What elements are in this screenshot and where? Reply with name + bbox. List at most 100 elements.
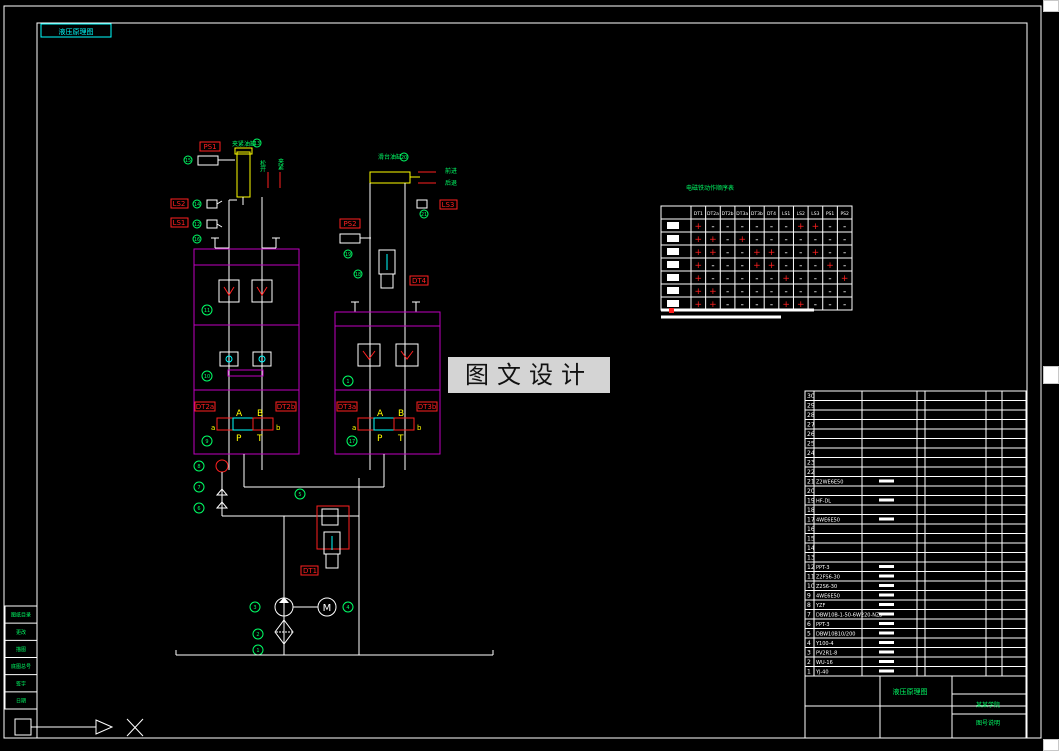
action-row-icon [667,248,679,255]
action-table-cell: + [753,261,761,271]
ucs-cross-icon [126,718,144,737]
bom-item-name: YJ-40 [815,670,829,676]
action-table-cell: - [799,287,802,297]
action-table-cell: - [799,274,802,284]
bom-material-bar [879,479,894,483]
action-table-cell: - [828,248,831,258]
bom-item-number: 29 [807,403,815,410]
bom-material-bar [879,650,894,654]
bom-item-number: 9 [807,593,811,600]
title-block: 液压原理图 某某学院 图号说明 [804,675,1027,739]
action-table-header: PS1 [826,211,835,217]
bom-item-name: PPT-3 [816,622,830,628]
dir-label-release: 松开 [259,159,266,173]
action-table-cell: - [755,222,758,232]
ps2-tag: PS2 [343,220,356,228]
action-table-cell: + [695,261,703,271]
right-valve-stack [334,311,441,455]
bom-material-bar [879,584,894,587]
bom-item-number: 2 [807,659,811,666]
bom-item-number: 25 [807,441,815,448]
action-table-cell: - [814,261,817,271]
action-table-cell: - [843,235,846,245]
action-row-icon [667,222,679,229]
action-table-cell: - [785,248,788,258]
action-table-cell: - [828,222,831,232]
callout-18: 18 [355,272,361,278]
action-table-header: DT4 [767,211,776,217]
bom-item-number: 17 [807,517,815,524]
action-table-cell: + [709,235,717,245]
action-table-cell: - [814,274,817,284]
action-table: DT1 DT2a DT2b DT3a DT3b DT4 LS1 LS2 LS3 PS1 PS2+ - -… [660,205,853,311]
bom-item-number: 24 [807,450,815,457]
callout-12: 12 [194,222,200,228]
action-table-title: 电磁铁动作顺序表 [686,184,734,192]
action-table-header: DT3b [751,211,763,217]
action-table-cell: - [711,222,714,232]
action-table-cell: - [755,274,758,284]
action-table-header: DT3a [736,211,748,217]
action-table-cell: - [814,235,817,245]
callout-13: 13 [254,141,260,147]
action-table-cell: - [755,235,758,245]
action-table-cell: + [695,287,703,297]
right-sol-b: b [417,424,422,432]
dt2b-tag: DT2b [277,403,296,411]
ucs-arrow-icon [95,719,114,735]
action-table-cell: - [799,235,802,245]
bom-item-number: 27 [807,422,815,429]
action-table-cell: - [785,261,788,271]
scroll-down-button[interactable] [1043,739,1059,751]
bom-material-bar [879,631,894,635]
action-table-cell: - [770,274,773,284]
bom-material-bar [879,612,894,616]
ps1-symbol [197,155,219,166]
bom-material-bar [879,669,894,673]
supply-circuit: 8 7 6 5 DT1 M 3 4 2 1 [175,454,494,656]
scrollbar-thumb[interactable] [1043,366,1059,384]
action-table-cell: + [782,274,790,284]
scroll-up-button[interactable] [1043,0,1059,12]
callout-17: 17 [349,439,355,445]
dt3a-tag: DT3a [338,403,356,411]
dt3b-tag: DT3b [418,403,437,411]
bom-item-number: 7 [807,612,811,619]
bom-material-bar [879,574,894,578]
action-table-cell: - [726,274,729,284]
action-table-cell: - [770,222,773,232]
callout-16: 16 [194,237,200,243]
pressure-gauge [215,459,229,473]
dir-label-clamp: 夹紧 [277,157,284,170]
action-table-cell: + [768,248,776,258]
action-table-cell: - [755,287,758,297]
callout-21: 21 [421,212,427,218]
title-tag: 液压原理图 [59,27,94,36]
right-sol-a: a [352,424,356,432]
callout-6: 6 [197,506,200,512]
action-table-cell: - [843,248,846,258]
right-port-p: P [377,434,383,444]
action-table-cell: + [812,248,820,258]
action-table-cell: - [741,287,744,297]
action-table-cell: - [711,274,714,284]
action-table-header: DT2b [722,211,734,217]
action-table-cell: + [695,248,703,258]
bom-item-number: 28 [807,412,815,419]
clamp-cylinder-cap [234,147,253,155]
bom-item-name: HF-DL [816,499,831,505]
bom-item-name: 4WE6E50 [816,518,840,524]
action-table-cell: + [826,261,834,271]
bom-item-name: Y100-4 [815,641,834,647]
side-strip-label: 签字 [16,680,26,687]
title-block-company: 某某学院 [976,701,1000,709]
dt4-tag: DT4 [412,277,427,285]
side-strip-label: 描图 [16,646,26,653]
action-table-cell: + [695,235,703,245]
bom-material-bar [879,603,894,606]
action-table-cell: - [785,287,788,297]
bom-material-bar [879,593,894,597]
action-table-cell: - [785,222,788,232]
action-table-cell: - [726,248,729,258]
action-table-cell: + [841,274,849,284]
